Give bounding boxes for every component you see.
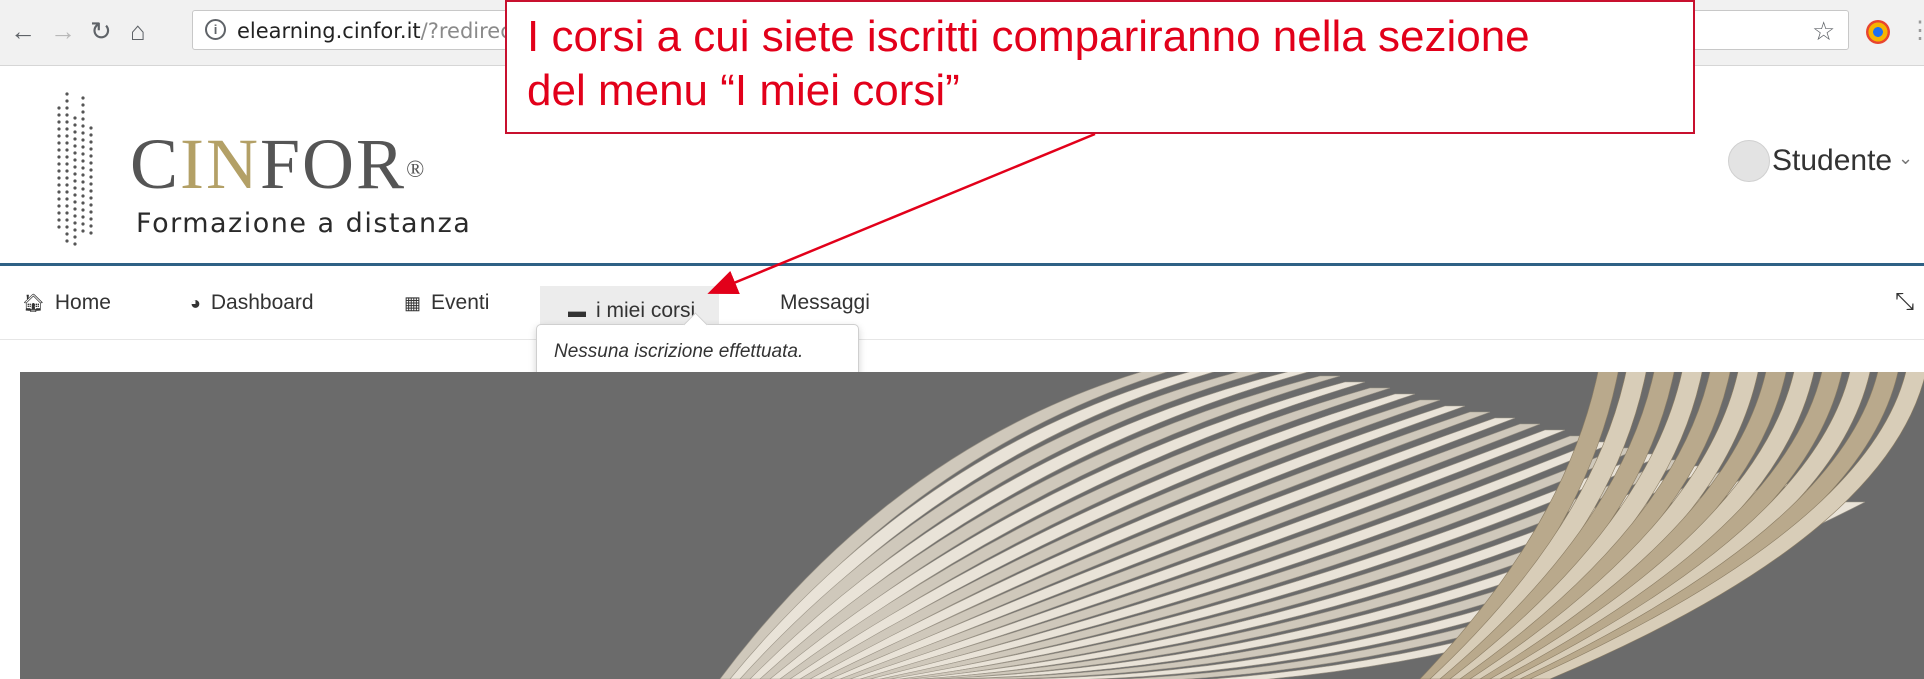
calendar-icon: ▦ [404,293,422,313]
back-arrow-icon[interactable]: ← [10,18,36,44]
open-book-image [20,372,1924,679]
extension-icon[interactable] [1866,20,1890,44]
home-icon[interactable]: ⌂ [130,18,146,44]
chevron-down-icon[interactable]: ⌄ [1898,148,1913,169]
nav-label-i-miei-corsi: i miei corsi [596,299,696,322]
nav-item-home[interactable]: 🏠︎ Home [22,266,111,339]
dashboard-icon: ◕ [190,293,201,313]
brand-suffix: FOR [260,124,407,204]
registered-mark: ® [406,157,427,183]
dropdown-empty-message: Nessuna iscrizione effettuata. [554,341,804,362]
menu-icon[interactable]: ⋮ [1908,16,1924,45]
star-icon[interactable]: ☆ [1812,18,1835,44]
brand-subtitle: Formazione a distanza [136,208,472,239]
brand-logo[interactable]: CINFOR® [130,128,426,200]
avatar[interactable] [1728,140,1770,182]
url-host: elearning.cinfor.it [237,19,421,43]
nav-item-dashboard[interactable]: ◕ Dashboard [190,266,314,339]
callout-box: I corsi a cui siete iscritti comparirann… [505,0,1695,134]
home-icon: 🏠︎ [22,293,45,313]
logo-dots-icon [57,92,93,246]
collapse-arrows-icon[interactable]: ⤡ [1895,288,1914,316]
url-text[interactable]: elearning.cinfor.it/?redirec [237,19,512,43]
nav-label-home: Home [54,291,111,314]
nav-label-messaggi: Messaggi [780,291,870,314]
callout-line-1: I corsi a cui siete iscritti comparirann… [527,12,1530,61]
forward-arrow-icon[interactable]: → [50,18,76,44]
user-name[interactable]: Studente [1772,144,1892,178]
briefcase-icon: ▬ [568,301,586,321]
hero-image [20,372,1924,679]
info-icon[interactable]: i [205,19,226,40]
url-path: /?redirec [420,19,512,43]
callout-line-2: del menu “I miei corsi” [527,66,960,115]
main-nav: 🏠︎ Home ◕ Dashboard ▦ Eventi ▬ i miei corsi … [0,266,1924,340]
nav-label-dashboard: Dashboard [210,291,314,314]
nav-item-eventi[interactable]: ▦ Eventi [404,266,489,339]
brand-prefix: C [130,124,181,204]
brand-accent: IN [180,124,261,204]
reload-icon[interactable]: ↻ [90,18,112,44]
nav-label-eventi: Eventi [431,291,490,314]
